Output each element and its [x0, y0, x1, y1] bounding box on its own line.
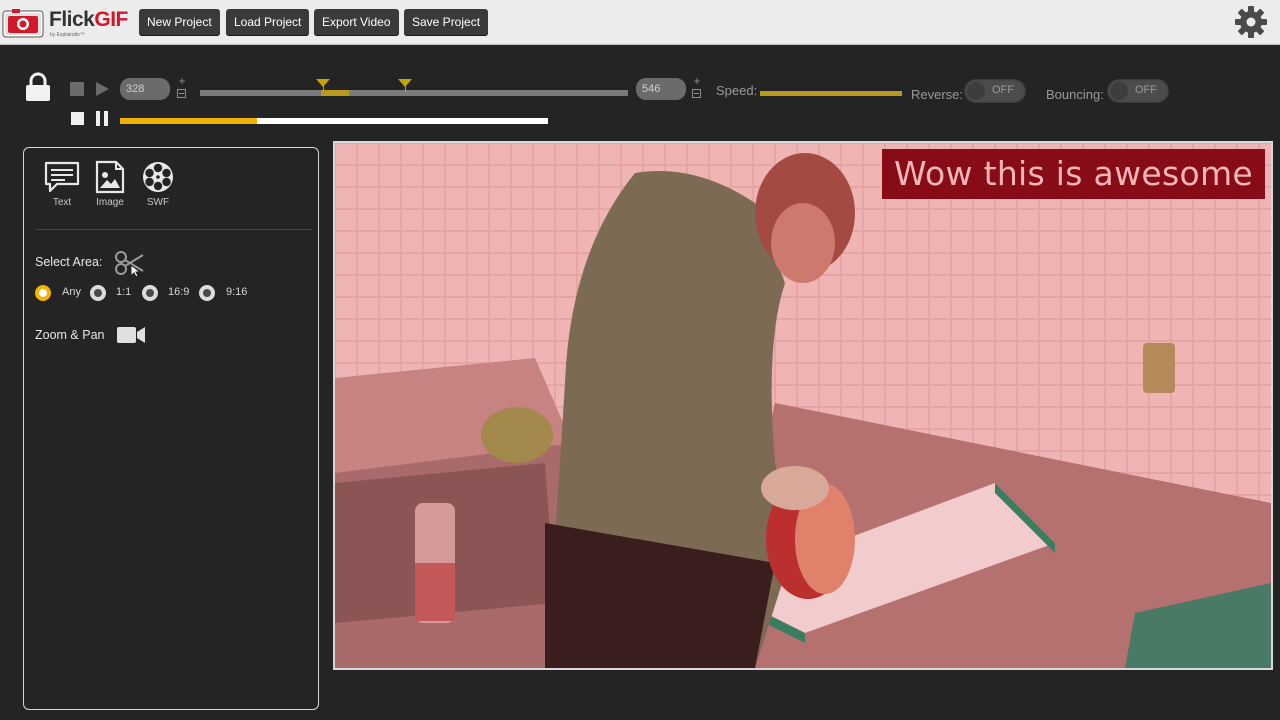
app-byline: by Explaindio™	[50, 32, 85, 38]
speed-slider[interactable]	[760, 91, 902, 96]
video-frame-image	[335, 143, 1271, 668]
zoom-pan-label: Zoom & Pan	[35, 328, 105, 342]
stop-preview-button[interactable]	[70, 82, 84, 96]
bouncing-state: OFF	[1135, 84, 1157, 96]
range-end-stem	[405, 86, 406, 92]
app-name: FlickGIF	[49, 8, 128, 31]
tools-panel: Text Image SWF Select Area: Any 1:1 16:9…	[23, 147, 319, 710]
aspect-9-16-label: 9:16	[226, 286, 248, 298]
aspect-any-radio[interactable]	[35, 285, 51, 301]
play-preview-button[interactable]	[96, 82, 109, 96]
lock-icon[interactable]	[25, 72, 51, 102]
app-logo: FlickGIF by Explaindio™	[2, 5, 128, 39]
text-tool-button[interactable]: Text	[39, 160, 85, 208]
toggle-knob	[967, 82, 985, 100]
reverse-state: OFF	[992, 84, 1014, 96]
frame-range-selection	[321, 90, 349, 96]
text-tool-label: Text	[52, 197, 72, 208]
pause-button[interactable]	[96, 111, 110, 126]
end-frame-input[interactable]	[636, 78, 686, 100]
camera-logo-icon	[2, 9, 44, 38]
bouncing-toggle[interactable]: OFF	[1107, 79, 1169, 103]
minus-icon[interactable]	[692, 89, 701, 98]
stop-button[interactable]	[71, 112, 84, 125]
aspect-16-9-label: 16:9	[168, 286, 190, 298]
video-camera-icon[interactable]	[117, 326, 146, 344]
minus-icon[interactable]	[177, 89, 186, 98]
reverse-label: Reverse:	[911, 87, 964, 102]
start-frame-stepper[interactable]: +	[176, 74, 188, 98]
reverse-toggle[interactable]: OFF	[964, 79, 1026, 103]
scissors-icon[interactable]	[114, 249, 146, 277]
save-project-button[interactable]: Save Project	[404, 9, 489, 36]
video-caption-overlay[interactable]: Wow this is awesome	[882, 149, 1265, 199]
load-project-button[interactable]: Load Project	[226, 9, 310, 36]
plus-icon[interactable]: +	[693, 74, 700, 88]
toggle-knob	[1110, 82, 1128, 100]
end-frame-stepper[interactable]: +	[691, 74, 703, 98]
video-preview[interactable]: Wow this is awesome	[333, 141, 1273, 670]
image-tool-button[interactable]: Image	[87, 160, 133, 208]
top-toolbar: FlickGIF by Explaindio™ New Project Load…	[0, 0, 1280, 45]
bouncing-label: Bouncing:	[1046, 87, 1104, 102]
image-icon	[95, 160, 125, 194]
gear-icon[interactable]	[1234, 5, 1268, 39]
aspect-9-16-radio[interactable]	[199, 285, 215, 301]
aspect-1-1-radio[interactable]	[90, 285, 106, 301]
aspect-any-label: Any	[62, 286, 81, 298]
text-bubble-icon	[44, 161, 80, 193]
film-reel-icon	[143, 162, 173, 192]
start-frame-input[interactable]	[120, 78, 170, 100]
speed-label: Speed:	[716, 83, 758, 98]
range-start-stem	[323, 86, 324, 92]
plus-icon[interactable]: +	[178, 74, 185, 88]
playback-progress-bar[interactable]	[120, 118, 548, 124]
select-area-label: Select Area:	[35, 255, 103, 269]
new-project-button[interactable]: New Project	[139, 9, 220, 36]
playback-progress-fill	[120, 118, 257, 124]
aspect-16-9-radio[interactable]	[142, 285, 158, 301]
image-tool-label: Image	[96, 197, 124, 208]
aspect-1-1-label: 1:1	[116, 286, 132, 298]
swf-tool-label: SWF	[146, 197, 170, 208]
export-video-button[interactable]: Export Video	[314, 9, 399, 36]
panel-divider	[36, 229, 312, 230]
swf-tool-button[interactable]: SWF	[135, 160, 181, 208]
frame-range-track[interactable]	[200, 90, 628, 96]
